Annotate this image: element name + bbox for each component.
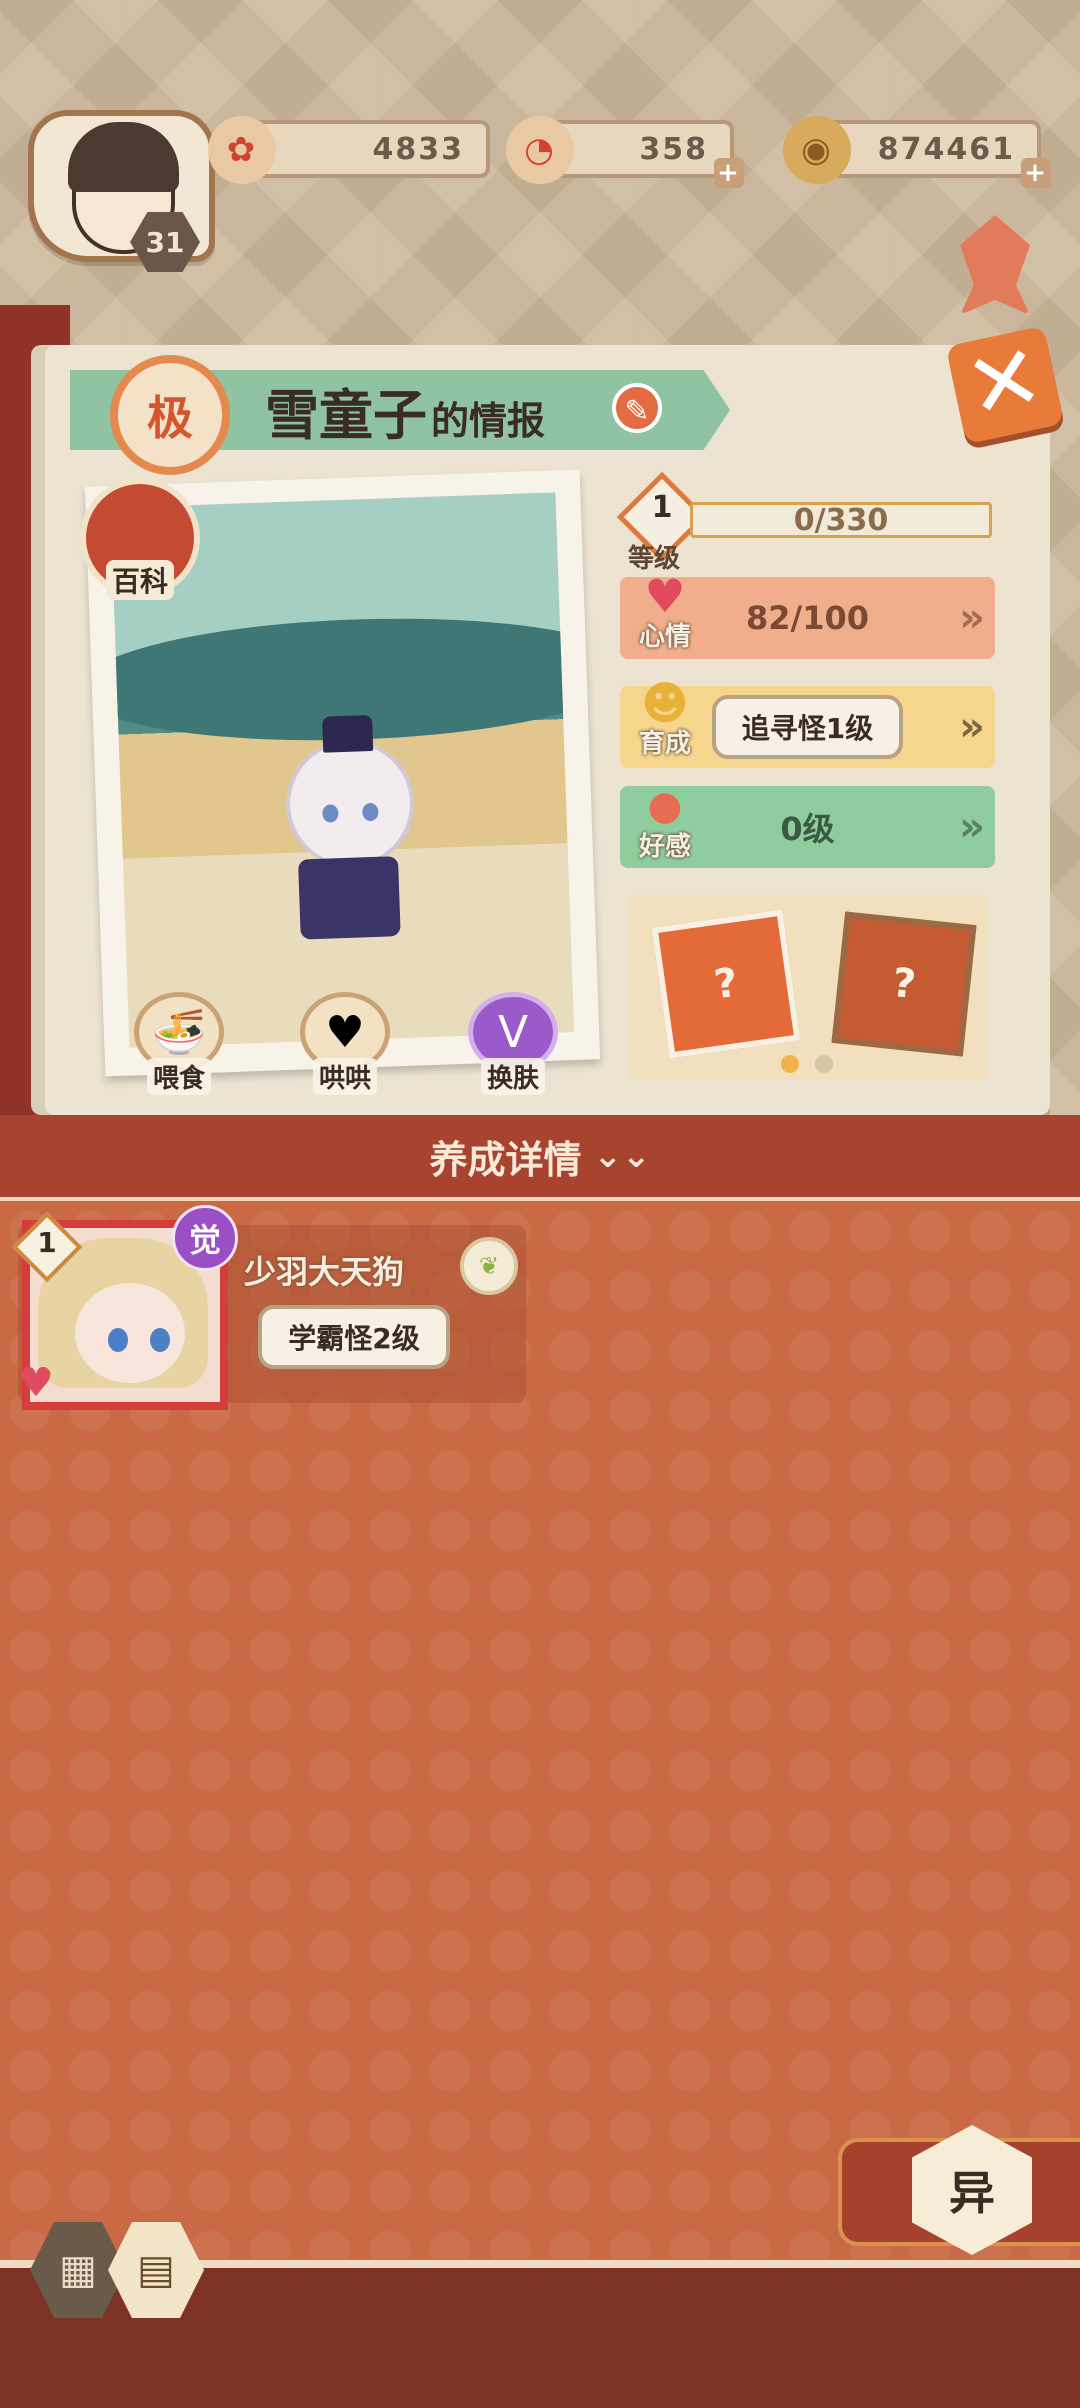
change-skin-label: 换肤: [480, 1058, 545, 1095]
character-robe: [297, 856, 401, 940]
character-head: [283, 714, 417, 870]
chevron-down-icon: ⌄⌄: [593, 1136, 651, 1176]
affinity-icon: ● 好感: [625, 786, 705, 863]
grade-badge: 极: [110, 355, 230, 475]
currency-plum-value: 4833: [372, 131, 464, 167]
chevron-right-icon: »: [959, 704, 985, 750]
title-suffix: 的情报: [431, 398, 546, 443]
growth-details-toggle[interactable]: 养成详情 ⌄⌄: [0, 1115, 1080, 1201]
growth-icon: ☻ 育成: [625, 680, 705, 760]
partner-tag-text: 学霸怪2级: [258, 1305, 450, 1369]
memory-poster-2[interactable]: ?: [831, 911, 977, 1057]
character-hat: [322, 714, 374, 753]
currency-magatama-value: 358: [639, 131, 708, 167]
growth-label: 育成: [638, 729, 691, 759]
character-eyes: [320, 803, 381, 823]
peach-icon: ●: [647, 783, 683, 829]
currency-magatama[interactable]: ◔ 358 +: [506, 116, 744, 188]
smiley-icon: ☻: [641, 676, 689, 730]
chevron-right-icon: »: [959, 595, 985, 641]
close-button[interactable]: ✕: [945, 323, 1065, 445]
growth-value: 追寻怪1级: [711, 695, 904, 759]
carousel-dot[interactable]: [815, 1055, 833, 1073]
currency-coin[interactable]: ◉ 874461 +: [783, 116, 1051, 188]
avatar-hair: [68, 122, 179, 192]
partner-eye: [150, 1328, 170, 1352]
currency-plum[interactable]: ✿ 4833: [208, 116, 490, 184]
character-name: 雪童子: [265, 383, 427, 447]
heart-icon: ♥: [18, 1360, 54, 1406]
mood-label: 心情: [638, 622, 691, 652]
edit-name-button[interactable]: ✎: [612, 383, 662, 433]
exp-bar: 0/330: [690, 502, 992, 538]
exp-text: 0/330: [793, 502, 889, 538]
partner-eye: [108, 1328, 128, 1352]
coin-icon: ◉: [783, 116, 851, 184]
growth-details-label: 养成详情: [429, 1137, 582, 1182]
mood-icon: ♥ 心情: [625, 573, 705, 653]
coax-label: 哄哄: [312, 1058, 377, 1095]
memory-poster-1[interactable]: ?: [651, 909, 801, 1059]
heart-icon: ♥: [644, 569, 686, 623]
awakened-badge: 觉: [172, 1205, 238, 1271]
mood-value: 82/100: [745, 599, 869, 637]
currency-coin-value: 874461: [877, 131, 1015, 167]
encyclopedia-label: 百科: [105, 560, 174, 600]
affinity-value: 0级: [780, 810, 835, 848]
carousel-dot-active[interactable]: [781, 1055, 799, 1073]
plum-blossom-icon: ✿: [208, 116, 276, 184]
partner-name: 少羽大天狗: [244, 1253, 405, 1291]
level-value: 1: [651, 490, 673, 525]
change-skin-button[interactable]: V 换肤: [458, 985, 568, 1095]
add-magatama-button[interactable]: +: [714, 158, 744, 188]
coax-button[interactable]: ♥ 哄哄: [290, 985, 400, 1095]
partner-level: 1: [37, 1226, 57, 1259]
affinity-label: 好感: [638, 832, 691, 862]
feed-button[interactable]: 🍜 喂食: [124, 985, 234, 1095]
add-coin-button[interactable]: +: [1021, 158, 1051, 188]
chevron-right-icon: »: [959, 804, 985, 850]
encyclopedia-button[interactable]: 百科: [80, 478, 200, 600]
partner-tag: 学霸怪2级: [238, 1305, 470, 1369]
page-title: 雪童子 的情报: [265, 370, 545, 450]
leaf-icon[interactable]: ❦: [460, 1237, 518, 1295]
feed-label: 喂食: [146, 1058, 211, 1095]
magatama-icon: ◔: [506, 116, 574, 184]
character-sprite[interactable]: [283, 714, 417, 942]
